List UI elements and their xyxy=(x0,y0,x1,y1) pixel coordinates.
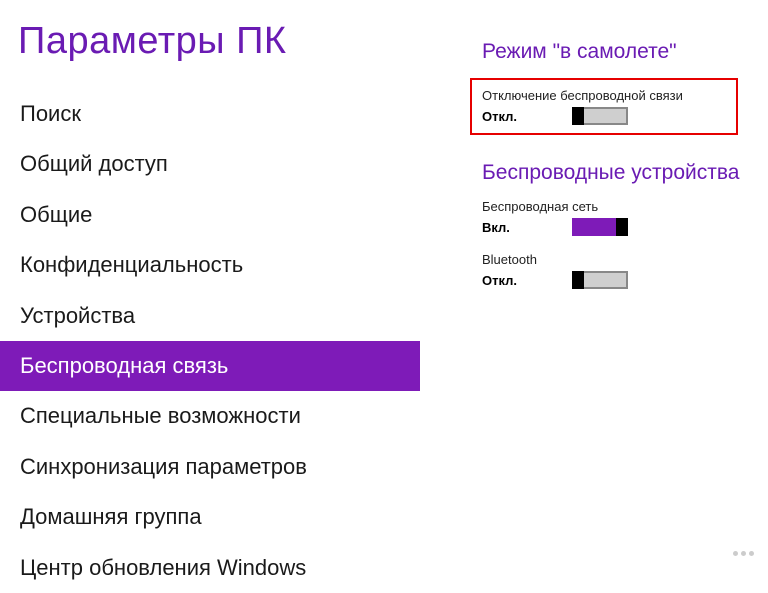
page-title: Параметры ПК xyxy=(18,20,420,63)
airplane-mode-label: Отключение беспроводной связи xyxy=(482,88,726,103)
content-pane: Режим "в самолете" Отключение беспроводн… xyxy=(420,0,768,566)
airplane-mode-header: Режим "в самолете" xyxy=(482,40,748,64)
wifi-toggle[interactable] xyxy=(572,218,628,236)
nav-item-9[interactable]: Центр обновления Windows xyxy=(18,543,420,593)
sidebar: Параметры ПК ПоискОбщий доступОбщиеКонфи… xyxy=(0,0,420,566)
bluetooth-setting: Bluetooth Откл. xyxy=(482,252,748,289)
nav-item-4[interactable]: Устройства xyxy=(18,291,420,341)
nav-list: ПоискОбщий доступОбщиеКонфиденциальность… xyxy=(18,89,420,593)
wifi-toggle-row: Вкл. xyxy=(482,218,748,236)
bluetooth-toggle[interactable] xyxy=(572,271,628,289)
nav-item-0[interactable]: Поиск xyxy=(18,89,420,139)
wireless-devices-header: Беспроводные устройства xyxy=(482,161,748,185)
nav-item-2[interactable]: Общие xyxy=(18,190,420,240)
ellipsis-icon[interactable] xyxy=(733,551,754,556)
airplane-mode-toggle[interactable] xyxy=(572,107,628,125)
nav-item-8[interactable]: Домашняя группа xyxy=(18,492,420,542)
airplane-mode-state: Откл. xyxy=(482,109,572,124)
nav-item-1[interactable]: Общий доступ xyxy=(18,139,420,189)
nav-item-3[interactable]: Конфиденциальность xyxy=(18,240,420,290)
wifi-label: Беспроводная сеть xyxy=(482,199,748,214)
bluetooth-toggle-row: Откл. xyxy=(482,271,748,289)
bluetooth-label: Bluetooth xyxy=(482,252,748,267)
airplane-mode-toggle-row: Откл. xyxy=(482,107,726,125)
nav-item-6[interactable]: Специальные возможности xyxy=(18,391,420,441)
nav-item-5[interactable]: Беспроводная связь xyxy=(0,341,420,391)
wifi-state: Вкл. xyxy=(482,220,572,235)
nav-item-7[interactable]: Синхронизация параметров xyxy=(18,442,420,492)
wifi-setting: Беспроводная сеть Вкл. xyxy=(482,199,748,236)
airplane-mode-setting: Отключение беспроводной связи Откл. xyxy=(470,78,738,135)
bluetooth-state: Откл. xyxy=(482,273,572,288)
